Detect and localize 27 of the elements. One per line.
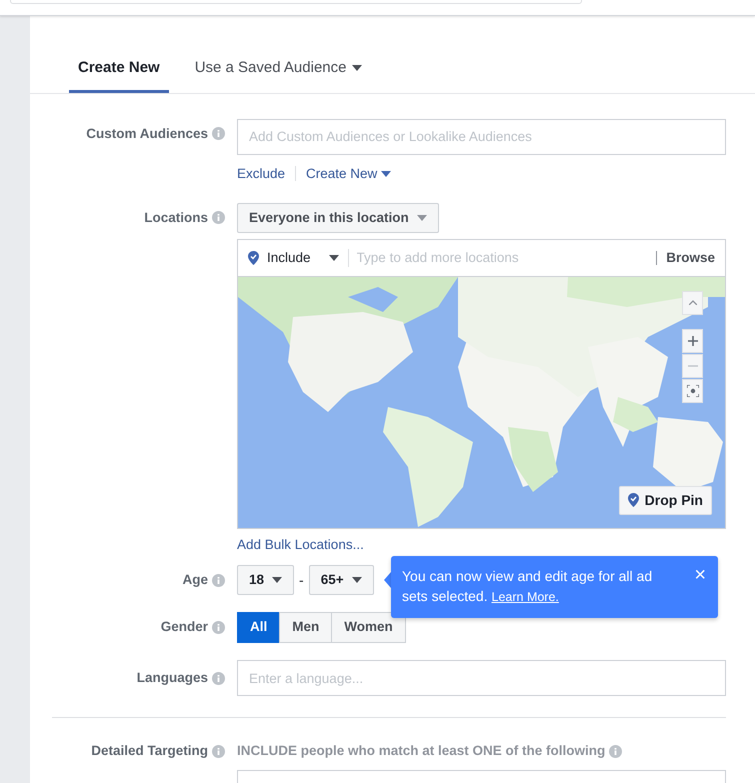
field-label: Locations	[144, 208, 208, 227]
field-label: Detailed Targeting	[91, 742, 208, 760]
include-dropdown[interactable]: Include	[248, 248, 339, 268]
tab[interactable]: Create New	[69, 51, 169, 92]
close-button[interactable]: ×	[692, 565, 708, 585]
link[interactable]: Create New	[306, 164, 392, 184]
custom-audiences-field[interactable]: Add Custom Audiences or Lookalike Audiences	[237, 118, 726, 154]
age-dropdown[interactable]: 65+	[308, 565, 374, 595]
field-label: Custom Audiences	[86, 124, 208, 142]
instruction-text: INCLUDE people who match at least ONE of the following	[237, 742, 606, 760]
gender-option[interactable]: Women	[331, 612, 406, 643]
bulk-locations-link[interactable]: Add Bulk Locations...	[237, 534, 364, 555]
language-field[interactable]: Enter a language...	[237, 660, 726, 696]
gender-option[interactable]: Men	[279, 612, 332, 643]
location-dropdown[interactable]: Everyone in this location	[237, 202, 439, 233]
field-label: Age	[182, 570, 208, 589]
separator: -	[299, 570, 304, 590]
field-label: Languages	[136, 668, 208, 687]
browse-button[interactable]: Browse	[666, 248, 715, 268]
tab[interactable]: Use a Saved Audience	[186, 51, 372, 92]
drop-pin-button[interactable]: Drop Pin	[618, 486, 712, 515]
tooltip-text: You can now view and edit age for all ad sets selected. Learn More.	[402, 568, 652, 604]
learn-more-link[interactable]: Learn More.	[492, 590, 559, 604]
age-dropdown[interactable]: 18	[237, 565, 294, 595]
gender-option[interactable]: All	[237, 612, 280, 643]
field-label: Gender	[160, 618, 208, 636]
link[interactable]: Exclude	[237, 164, 286, 184]
